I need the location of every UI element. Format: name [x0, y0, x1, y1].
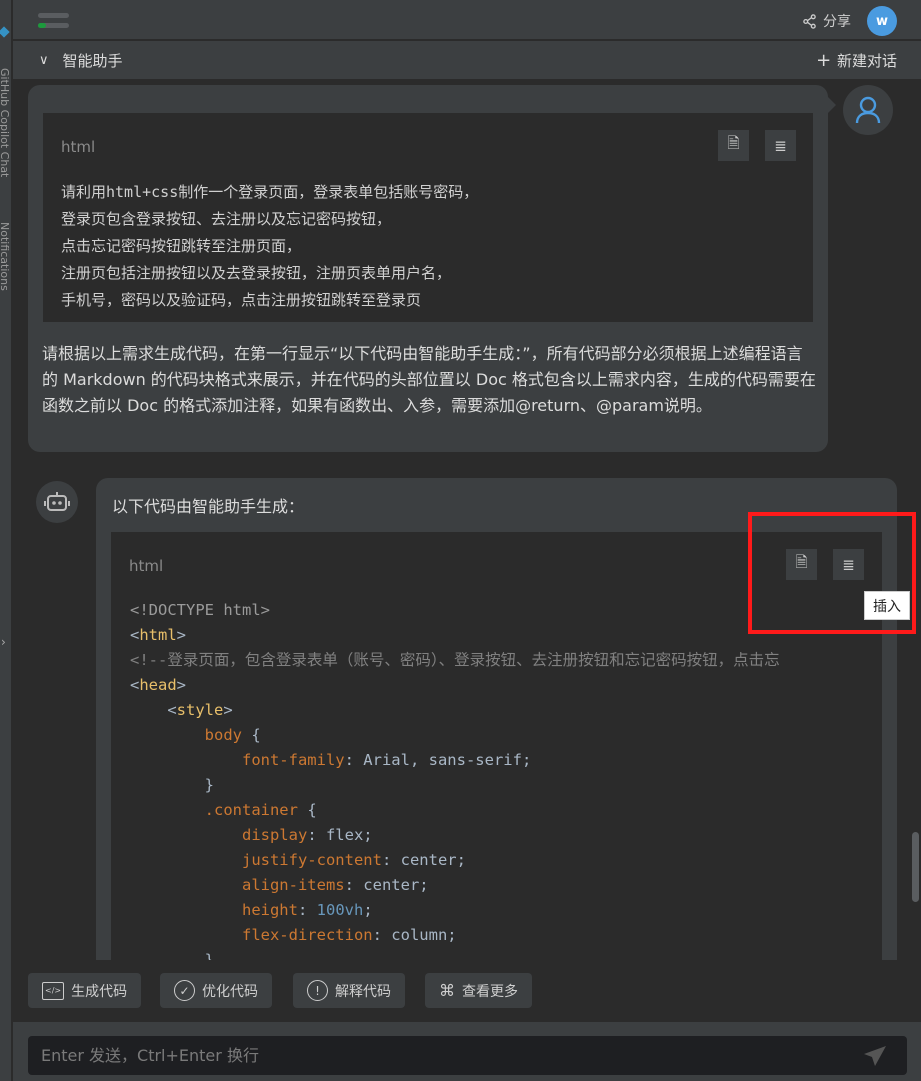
code-token: : column;: [372, 926, 457, 944]
optimize-code-button[interactable]: ✓ 优化代码: [160, 973, 272, 1008]
info-circle-icon: !: [307, 980, 328, 1001]
code-token: <!--登录页面，包含登录表单（账号、密码）、登录按钮、去注册按钮和忘记密码按钮…: [130, 651, 780, 669]
code-token: <!DOCTYPE html>: [130, 601, 270, 619]
insert-icon: ≣: [774, 136, 787, 155]
user-code-block: html 🗎 ≣ 请利用html+css制作一个登录页面，登录表单包括账号密码，…: [43, 113, 813, 322]
bot-avatar-icon: [36, 481, 78, 523]
code-line: display: flex;: [130, 823, 780, 848]
code-token: body: [130, 726, 242, 744]
assistant-header: ∨ 智能助手 + 新建对话: [13, 41, 921, 79]
copilot-icon: [0, 26, 10, 38]
assistant-title: 智能助手: [62, 52, 123, 70]
copy-icon: 🗎: [727, 134, 740, 152]
code-language-label: html: [129, 557, 164, 575]
scrollbar[interactable]: [912, 832, 919, 902]
generate-code-button[interactable]: </> 生成代码: [28, 973, 142, 1008]
insert-button[interactable]: ≣: [765, 130, 796, 161]
code-token: : center;: [344, 876, 429, 894]
code-token: >: [176, 676, 187, 694]
code-token: <: [130, 701, 177, 719]
action-label: 解释代码: [335, 983, 391, 1000]
code-token: html: [139, 626, 177, 644]
user-message-bubble: html 🗎 ≣ 请利用html+css制作一个登录页面，登录表单包括账号密码，…: [28, 85, 828, 452]
notifications-tab[interactable]: Notifications: [0, 222, 11, 291]
bubble-pointer: [828, 97, 836, 113]
code-token: height: [130, 901, 298, 919]
code-token: .container: [130, 801, 298, 819]
input-area: [13, 1022, 921, 1081]
user-avatar[interactable]: w: [867, 6, 897, 36]
code-line: height: 100vh;: [130, 898, 780, 923]
code-token: 100vh: [316, 901, 364, 919]
code-line: <!--登录页面，包含登录表单（账号、密码）、登录按钮、去注册按钮和忘记密码按钮…: [130, 648, 780, 673]
code-token: : center;: [381, 851, 466, 869]
code-token: : flex;: [307, 826, 373, 844]
grid-icon: ⌘: [439, 981, 455, 1000]
explain-code-button[interactable]: ! 解释代码: [293, 973, 405, 1008]
code-content: <!DOCTYPE html> <html> <!--登录页面，包含登录表单（账号、…: [130, 598, 780, 973]
action-label: 优化代码: [202, 983, 258, 1000]
user-avatar-icon: [843, 85, 893, 135]
new-chat-label: 新建对话: [836, 52, 897, 70]
code-token: align-items: [130, 876, 345, 894]
code-token: <: [130, 626, 140, 644]
share-icon: [803, 13, 816, 29]
message-input[interactable]: [28, 1036, 907, 1075]
code-line: <html>: [130, 623, 780, 648]
code-token: flex-direction: [130, 926, 373, 944]
code-token: >: [176, 626, 187, 644]
code-line: <style>: [130, 698, 780, 723]
code-token: {: [297, 801, 317, 819]
code-line: justify-content: center;: [130, 848, 780, 873]
check-circle-icon: ✓: [174, 980, 195, 1001]
code-line: body {: [130, 723, 780, 748]
code-line: align-items: center;: [130, 873, 780, 898]
code-token: font-family: [130, 751, 345, 769]
code-line: font-family: Arial, sans-serif;: [130, 748, 780, 773]
code-line: <!DOCTYPE html>: [130, 598, 780, 623]
new-chat-button[interactable]: + 新建对话: [816, 50, 897, 71]
code-token: }: [130, 776, 214, 794]
user-message-text: 请根据以上需求生成代码，在第一行显示“以下代码由智能助手生成：”，所有代码部分必…: [42, 344, 816, 415]
share-label: 分享: [823, 14, 851, 30]
assistant-title-toggle[interactable]: ∨ 智能助手: [39, 50, 123, 71]
view-more-button[interactable]: ⌘ 查看更多: [425, 973, 532, 1008]
code-content: 请利用html+css制作一个登录页面，登录表单包括账号密码， 登录页包含登录按…: [61, 183, 479, 309]
chevron-down-icon: ∨: [39, 53, 49, 68]
code-token: display: [130, 826, 308, 844]
code-token: ;: [363, 901, 373, 919]
tool-window-strip: GitHub Copilot Chat Notifications ›: [0, 0, 12, 1081]
code-token: >: [223, 701, 233, 719]
code-token: head: [139, 676, 177, 694]
copilot-chat-tab[interactable]: GitHub Copilot Chat: [0, 68, 11, 177]
code-line: <head>: [130, 673, 780, 698]
plus-icon: +: [816, 50, 837, 71]
expand-chevron-icon[interactable]: ›: [1, 635, 6, 649]
code-icon: </>: [42, 981, 65, 1000]
share-button[interactable]: 分享: [802, 11, 851, 31]
code-token: :: [297, 901, 317, 919]
code-token: <: [130, 676, 140, 694]
code-token: {: [241, 726, 261, 744]
code-token: justify-content: [130, 851, 382, 869]
send-icon[interactable]: [863, 1045, 887, 1067]
action-label: 查看更多: [462, 983, 518, 1000]
code-token: style: [176, 701, 224, 719]
insert-tooltip: 插入: [864, 591, 910, 620]
copy-button[interactable]: 🗎: [718, 130, 749, 161]
code-token: : Arial, sans-serif;: [344, 751, 532, 769]
top-bar: 分享 w: [13, 0, 921, 40]
code-line: }: [130, 773, 780, 798]
code-language-label: html: [61, 138, 96, 156]
bot-intro-text: 以下代码由智能助手生成：: [112, 497, 305, 516]
code-line: .container {: [130, 798, 780, 823]
action-label: 生成代码: [71, 983, 128, 1000]
code-line: flex-direction: column;: [130, 923, 780, 948]
